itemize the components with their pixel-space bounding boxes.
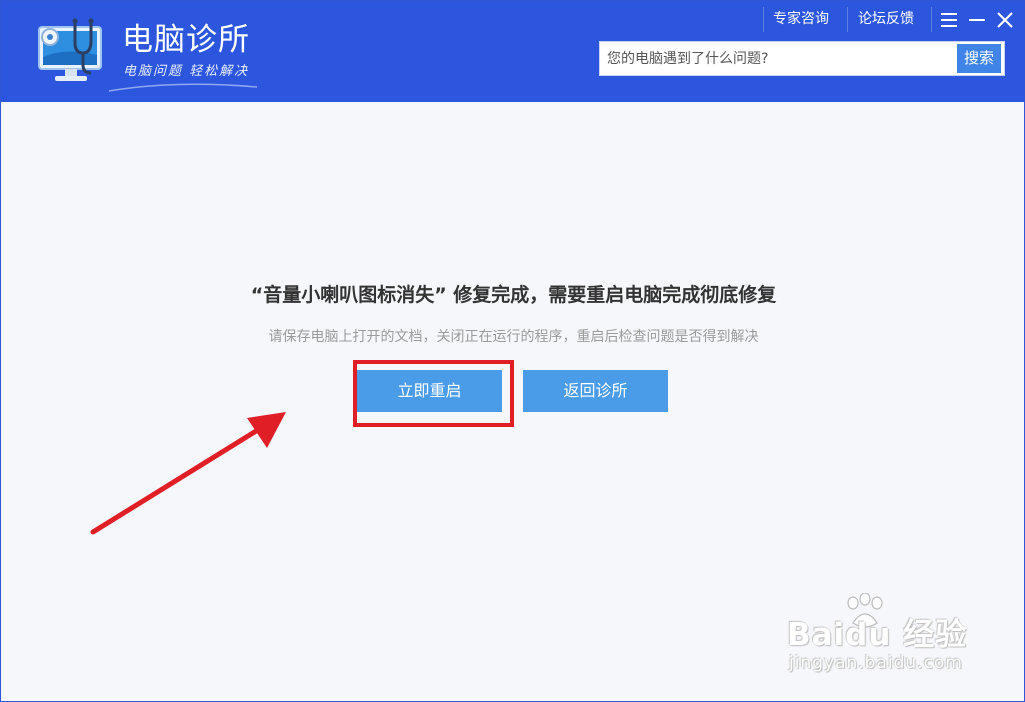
search-box bbox=[599, 41, 1005, 76]
menu-icon[interactable] bbox=[938, 9, 960, 31]
close-icon[interactable] bbox=[994, 9, 1016, 31]
pointer-arrow bbox=[90, 412, 286, 535]
expert-consult-link[interactable]: 专家咨询 bbox=[773, 10, 829, 28]
search-input[interactable] bbox=[607, 48, 947, 70]
separator bbox=[847, 7, 848, 32]
back-to-clinic-button[interactable]: 返回诊所 bbox=[523, 370, 668, 412]
separator bbox=[763, 7, 764, 32]
title-bar: 电脑诊所 电脑问题 轻松解决 专家咨询 论坛反馈 搜索 bbox=[1, 1, 1024, 102]
repair-complete-headline: “音量小喇叭图标消失” 修复完成，需要重启电脑完成彻底修复 bbox=[250, 284, 777, 306]
baidu-watermark: Baidu 经验 jingyan.baidu.com bbox=[781, 593, 981, 683]
separator bbox=[931, 7, 932, 32]
restart-instructions: 请保存电脑上打开的文档，关闭正在运行的程序，重启后检查问题是否得到解决 bbox=[268, 329, 759, 345]
slogan-swoosh bbox=[108, 83, 258, 92]
app-title: 电脑诊所 bbox=[122, 22, 250, 58]
forum-feedback-link[interactable]: 论坛反馈 bbox=[858, 10, 914, 28]
highlight-box bbox=[353, 360, 514, 427]
monitor-stethoscope-icon bbox=[38, 18, 102, 81]
watermark-url: jingyan.baidu.com bbox=[789, 653, 963, 673]
watermark-main: Baidu 经验 bbox=[787, 617, 968, 653]
app-slogan: 电脑问题 轻松解决 bbox=[123, 64, 250, 79]
app-window: 电脑诊所 电脑问题 轻松解决 专家咨询 论坛反馈 搜索 “音量小喇叭图标消失” … bbox=[0, 0, 1025, 702]
search-button[interactable]: 搜索 bbox=[957, 44, 1001, 73]
minimize-icon[interactable] bbox=[966, 9, 988, 31]
